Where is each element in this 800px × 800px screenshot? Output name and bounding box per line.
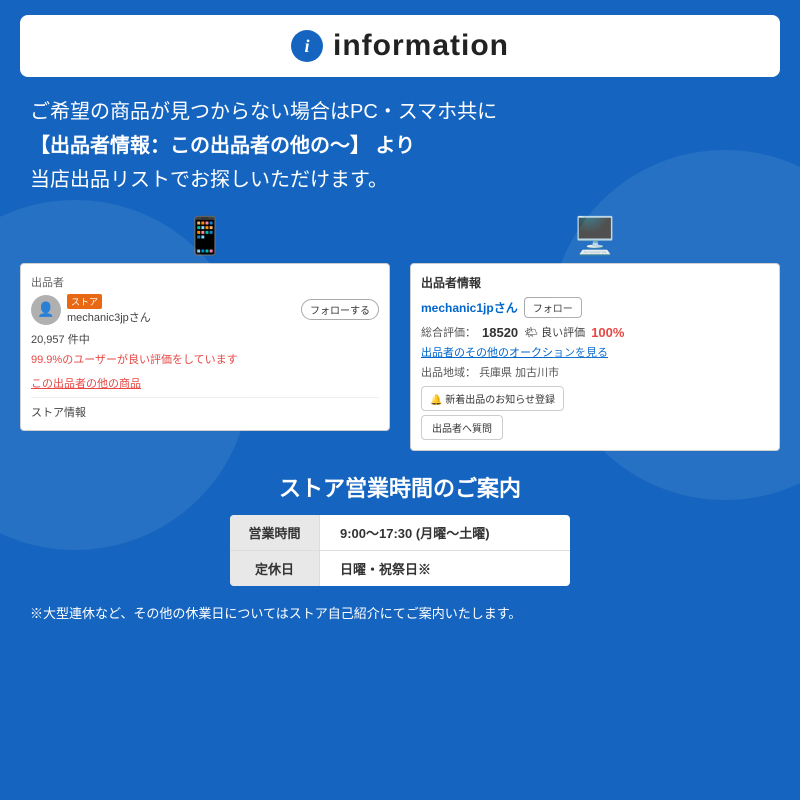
hours-section: ストア営業時間のご案内 営業時間 9:00〜17:30 (月曜〜土曜) 定休日 … bbox=[20, 471, 780, 622]
pc-seller-name: mechanic1jpさん bbox=[421, 299, 518, 316]
mobile-positive-rate: 99.9%のユーザーが良い評価をしています bbox=[31, 351, 379, 367]
mobile-follow-button[interactable]: フォローする bbox=[301, 299, 379, 320]
hours-label-0: 営業時間 bbox=[230, 515, 320, 550]
info-icon: i bbox=[291, 30, 323, 62]
hours-value-1: 日曜・祝祭日※ bbox=[320, 551, 570, 586]
mobile-avatar: 👤 bbox=[31, 295, 61, 325]
mobile-seller-info: ストア mechanic3jpさん bbox=[67, 294, 151, 325]
pc-good-pct: 100% bbox=[591, 325, 624, 340]
pc-location: 出品地域： 兵庫県 加古川市 bbox=[421, 364, 769, 380]
mobile-icon: 📱 bbox=[183, 215, 228, 257]
description-line1: ご希望の商品が見つからない場合はPC・スマホ共に bbox=[30, 95, 770, 129]
header-title: information bbox=[333, 29, 509, 63]
pc-icon: 🖥️ bbox=[573, 215, 618, 257]
mobile-stats: 20,957 件中 bbox=[31, 331, 379, 347]
description-block: ご希望の商品が見つからない場合はPC・スマホ共に 【出品者情報：この出品者の他の… bbox=[20, 95, 780, 197]
hours-label-1: 定休日 bbox=[230, 551, 320, 586]
description-highlight: 【出品者情報：この出品者の他の〜】 より bbox=[30, 135, 415, 157]
pc-seller-row: mechanic1jpさん フォロー bbox=[421, 297, 769, 318]
screenshots-row: 📱 出品者 👤 ストア mechanic3jpさん フォローする 20,957 … bbox=[20, 215, 780, 451]
pc-rating-num: 18520 bbox=[482, 325, 518, 340]
main-container: i information ご希望の商品が見つからない場合はPC・スマホ共に 【… bbox=[0, 0, 800, 800]
hours-notice: ※大型連休など、その他の休業日についてはストア自己紹介にてご案内いたします。 bbox=[20, 603, 780, 622]
description-line2: 【出品者情報：この出品者の他の〜】 より bbox=[30, 129, 770, 163]
mobile-seller-header: 👤 ストア mechanic3jpさん フォローする bbox=[31, 294, 379, 325]
mobile-section-label: 出品者 bbox=[31, 274, 379, 290]
mobile-store-info: ストア情報 bbox=[31, 397, 379, 420]
pc-col: 🖥️ 出品者情報 mechanic1jpさん フォロー 総合評価： 18520 … bbox=[410, 215, 780, 451]
pc-follow-button[interactable]: フォロー bbox=[524, 297, 582, 318]
pc-rating-row: 総合評価： 18520 🌤 良い評価 100% bbox=[421, 324, 769, 340]
pc-question-button[interactable]: 出品者へ質問 bbox=[421, 415, 503, 440]
pc-notify-button[interactable]: 🔔 新着出品のお知らせ登録 bbox=[421, 386, 564, 411]
hours-row-1: 定休日 日曜・祝祭日※ bbox=[230, 551, 570, 586]
description-line3: 当店出品リストでお探しいただけます。 bbox=[30, 163, 770, 197]
pc-screenshot: 出品者情報 mechanic1jpさん フォロー 総合評価： 18520 🌤 良… bbox=[410, 263, 780, 451]
mobile-seller-name: mechanic3jpさん bbox=[67, 312, 151, 324]
other-items-link[interactable]: この出品者の他の商品 bbox=[31, 375, 379, 391]
hours-row-0: 営業時間 9:00〜17:30 (月曜〜土曜) bbox=[230, 515, 570, 551]
pc-section-title: 出品者情報 bbox=[421, 274, 769, 291]
hours-title: ストア営業時間のご案内 bbox=[20, 471, 780, 503]
hours-value-0: 9:00〜17:30 (月曜〜土曜) bbox=[320, 515, 570, 550]
pc-auction-link[interactable]: 出品者のその他のオークションを見る bbox=[421, 344, 769, 360]
store-badge: ストア bbox=[67, 294, 102, 309]
mobile-col: 📱 出品者 👤 ストア mechanic3jpさん フォローする 20,957 … bbox=[20, 215, 390, 451]
header-banner: i information bbox=[20, 15, 780, 77]
pc-good-label: 🌤 良い評価 bbox=[524, 324, 585, 340]
pc-rating-label: 総合評価： bbox=[421, 324, 476, 340]
mobile-screenshot: 出品者 👤 ストア mechanic3jpさん フォローする 20,957 件中… bbox=[20, 263, 390, 431]
hours-table: 営業時間 9:00〜17:30 (月曜〜土曜) 定休日 日曜・祝祭日※ bbox=[230, 515, 570, 586]
